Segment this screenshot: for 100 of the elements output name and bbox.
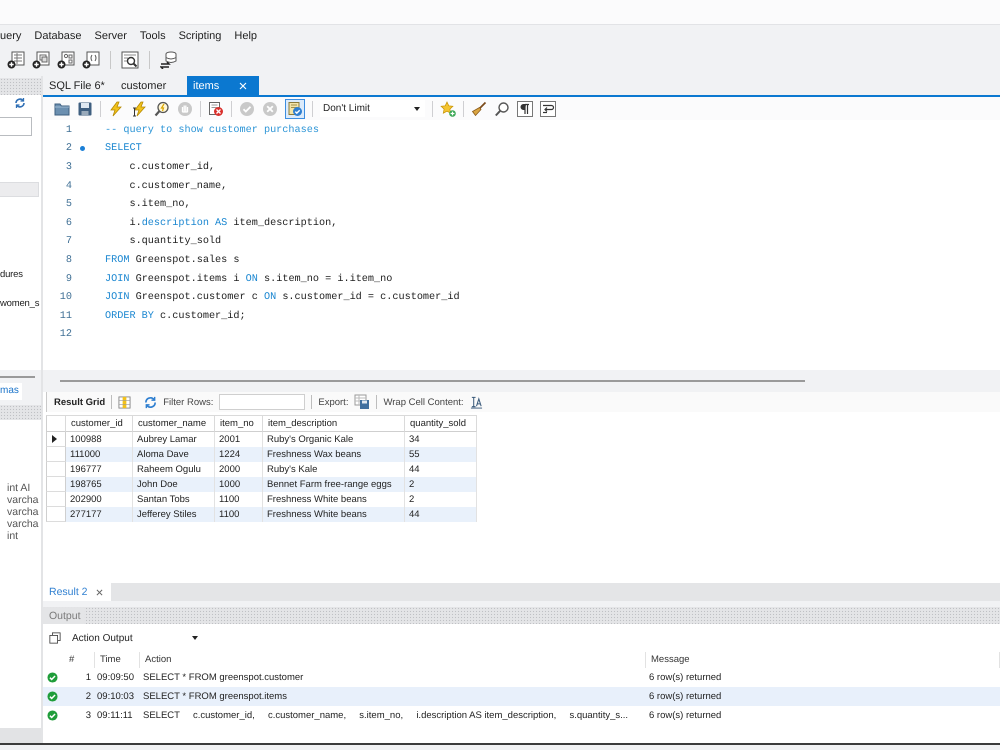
menu-item[interactable]: Scripting [178,30,222,42]
scrollbar-thumb[interactable] [0,376,35,378]
menu-item[interactable]: Help [234,30,258,42]
column-type-text: int [7,530,18,542]
refresh-icon[interactable] [144,396,158,408]
table-search-icon[interactable] [121,51,139,69]
column-header[interactable]: item_no [215,415,263,432]
line-number: 9 [64,274,72,285]
refresh-icon[interactable] [14,97,26,109]
table-plus-icon[interactable] [7,51,25,69]
column-header[interactable]: item_description [263,415,405,432]
lightning-cursor-icon[interactable] [131,100,147,116]
scrollbar-thumb[interactable] [60,380,805,382]
save-icon[interactable] [77,100,93,116]
line-number: 6 [64,218,72,229]
windows-plus-icon[interactable] [32,51,50,69]
tree-item[interactable]: women_s [0,298,40,310]
output-row[interactable]: 3 09:11:11 SELECT c.customer_id, c.customer_name, s.item_no, i.description AS item_description, s.quantity_s... 6 row(s) returned [43,706,1000,725]
lightning-icon[interactable] [108,100,124,116]
pilcrow-icon[interactable] [517,100,533,116]
error-stop-icon[interactable] [208,100,224,116]
table-cell-text: 6 row(s) returned [648,691,722,702]
menu-item[interactable]: Server [94,30,127,42]
success-check-icon [47,710,58,721]
output-row[interactable]: 1 09:09:50 SELECT * FROM greenspot.customer 6 row(s) returned [43,668,1000,687]
broom-icon[interactable] [471,100,487,116]
line-number: 5 [64,199,72,210]
editor-tab[interactable]: SQL File 6* [43,76,115,95]
tree-item[interactable]: dures [0,269,23,281]
wrap-icon[interactable] [540,100,556,116]
table-cell-text: 09:09:50 [96,672,135,683]
code-line: SELECT [105,143,142,154]
table-cell-text: SELECT * FROM greenspot.customer [142,672,304,683]
search-icon[interactable] [494,100,510,116]
columns-icon[interactable] [118,396,132,408]
menu-item[interactable]: uery [0,30,22,42]
code-line: s.quantity_sold [128,236,222,248]
grid-corner-cell[interactable] [46,415,66,432]
table-cell-text: SELECT c.customer_id, c.customer_name, s.item_no, i.description AS item_description, s.quantity_s... [142,710,630,721]
table-cell: Freshness White beans [263,507,405,522]
table-save-icon[interactable] [354,394,370,410]
column-header[interactable]: Action [140,652,646,668]
line-number: 2 [64,143,72,154]
column-header[interactable]: quantity_sold [405,415,477,432]
result-tab[interactable]: Result 2 [43,583,111,601]
table-cell-text: 1 [84,672,92,683]
copy-icon[interactable] [49,632,61,644]
column-type-text: varcha [7,494,39,506]
filter-field[interactable] [0,117,32,136]
close-icon[interactable] [96,588,103,596]
output-row[interactable]: 2 09:10:03 SELECT * FROM greenspot.items 6 row(s) returned [43,687,1000,706]
column-header[interactable]: Time [95,652,140,668]
row-limit-dropdown[interactable]: Don't Limit [320,100,425,117]
editor-tab[interactable]: items [187,76,259,95]
table-cell: 1224 [215,447,263,462]
table-cell: 277177 [66,507,133,522]
column-header[interactable]: # [62,652,95,668]
table-cell-text: 09:10:03 [96,691,135,702]
success-check-icon [47,691,58,702]
star-plus-icon[interactable] [440,100,456,116]
code-line: c.customer_id, [128,162,216,173]
table-cell-text: SELECT * FROM greenspot.items [142,691,288,702]
code-line: s.item_no, [128,199,191,210]
filter-rows-field[interactable] [219,394,306,410]
export-label: Export: [318,396,348,408]
table-cell: 1100 [215,507,263,522]
menu-item[interactable]: Tools [140,30,166,42]
menu-item[interactable]: Database [34,30,82,42]
table-cell: John Doe [133,477,215,492]
wrap-text-icon[interactable] [470,396,483,408]
code-line: -- query to show customer purchases [105,124,319,136]
row-header[interactable] [46,432,66,447]
code-line: ORDER BY c.customer_id; [105,310,246,322]
table-cell: 55 [405,447,477,462]
sidebar-tab[interactable]: mas [0,383,22,400]
table-cell: 1000 [215,477,263,492]
line-number: 10 [58,292,72,304]
editor-tab[interactable]: customer [115,76,187,95]
code-line: JOIN Greenspot.customer c ON s.customer_id = c.customer_id [105,292,460,304]
table-cell-text: 2 [84,691,92,702]
database-arrows-icon[interactable] [160,51,178,69]
tree-row-highlight [0,182,39,197]
brackets-plus-icon[interactable] [82,51,100,69]
column-header[interactable]: customer_name [133,415,215,432]
success-check-icon [47,672,58,683]
table-cell: 111000 [66,447,133,462]
magnifier-bolt-icon[interactable] [154,100,170,116]
table-cell: 2 [405,477,477,492]
column-header[interactable]: customer_id [66,415,133,432]
folder-icon[interactable] [54,100,70,116]
code-line: JOIN Greenspot.items i ON s.item_no = i.item_no [105,274,392,285]
toggle-button[interactable] [285,98,305,118]
check-document-icon [287,100,303,116]
line-number: 8 [64,254,72,266]
column-header[interactable]: Message [646,652,1000,668]
table-cell-text: 09:11:11 [96,710,134,721]
output-title: Output [43,608,84,624]
shapes-plus-icon[interactable] [57,51,75,69]
table-cell: Bennet Farm free-range eggs [263,477,405,492]
table-cell: Freshness Wax beans [263,447,405,462]
